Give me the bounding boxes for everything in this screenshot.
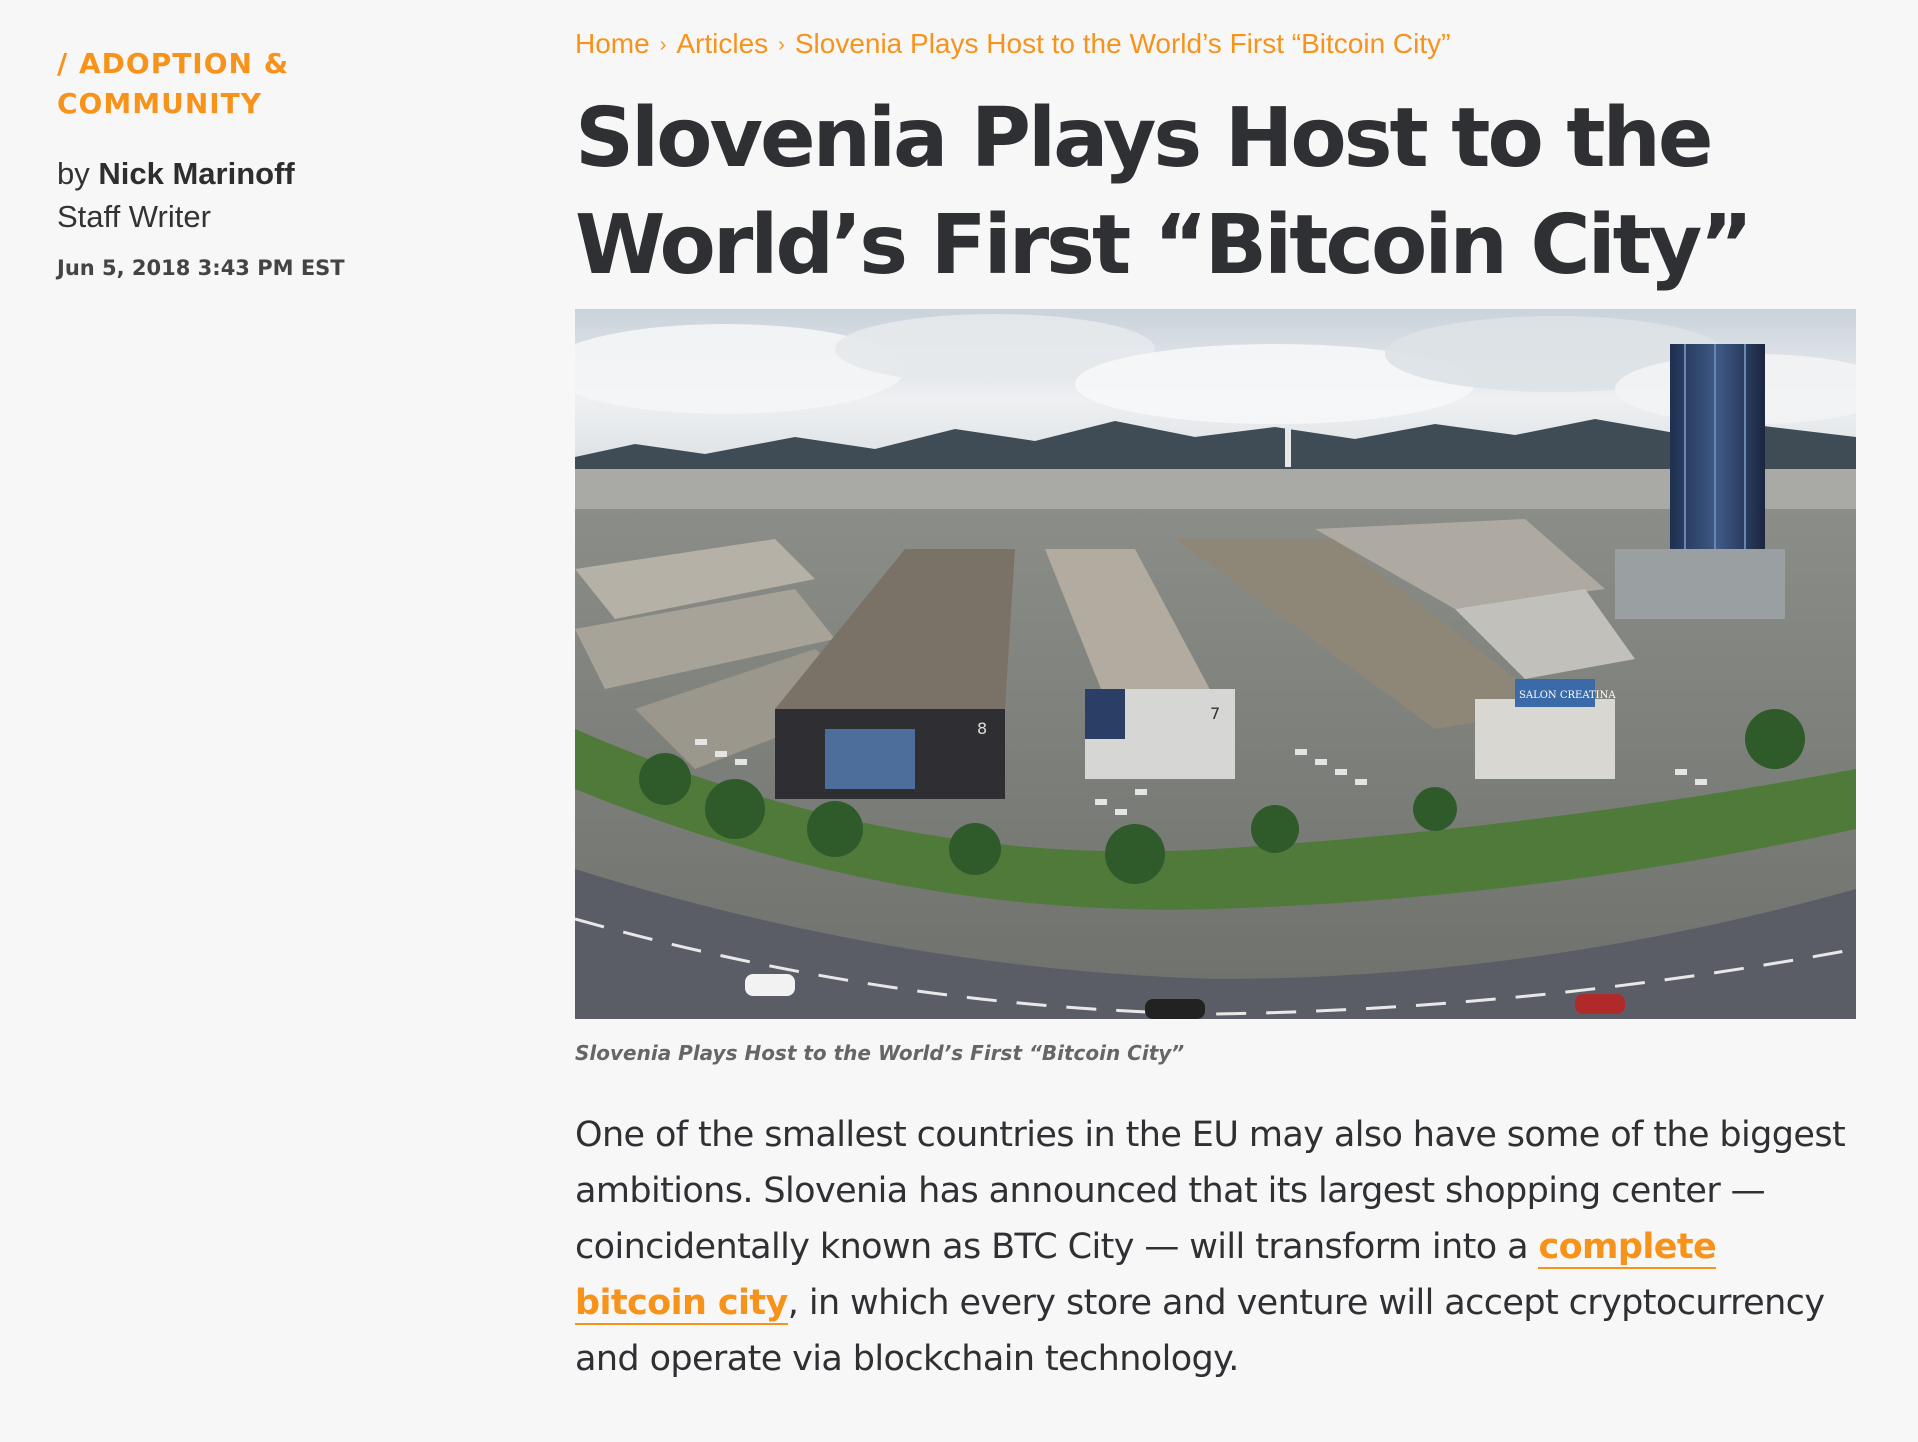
article-paragraph: One of the smallest countries in the EU … — [575, 1107, 1857, 1387]
hero-figure: 8 7 SALON CREATINA Slovenia Plays Host t… — [575, 309, 1857, 1065]
breadcrumb-separator: › — [778, 34, 785, 56]
byline-prefix: by — [57, 156, 90, 191]
hero-image: 8 7 SALON CREATINA — [575, 309, 1856, 1019]
author-role: Staff Writer — [57, 199, 211, 234]
author-link[interactable]: Nick Marinoff — [98, 156, 294, 191]
category-link[interactable]: / ADOPTION & COMMUNITY — [57, 44, 497, 124]
publish-date: Jun 5, 2018 3:43 PM EST — [57, 256, 345, 280]
byline: by Nick Marinoff — [57, 154, 497, 194]
article-main: Home › Articles › Slovenia Plays Host to the… — [575, 26, 1857, 1422]
building-number-7: 7 — [1210, 704, 1220, 723]
breadcrumb: Home › Articles › Slovenia Plays Host to the… — [575, 26, 1857, 65]
aerial-city-photo: 8 7 SALON CREATINA — [575, 309, 1856, 1019]
building-number-8: 8 — [977, 719, 987, 738]
breadcrumb-separator: › — [659, 34, 667, 56]
article-title: Slovenia Plays Host to the World’s First… — [575, 91, 1753, 293]
breadcrumb-home[interactable]: Home — [575, 28, 650, 59]
salon-sign: SALON CREATINA — [1519, 690, 1616, 701]
image-caption: Slovenia Plays Host to the World’s First… — [575, 1041, 1185, 1065]
article-sidebar: / ADOPTION & COMMUNITY by Nick Marinoff … — [57, 44, 497, 280]
breadcrumb-current[interactable]: Slovenia Plays Host to the World’s First… — [795, 28, 1451, 59]
breadcrumb-articles[interactable]: Articles — [676, 28, 768, 59]
